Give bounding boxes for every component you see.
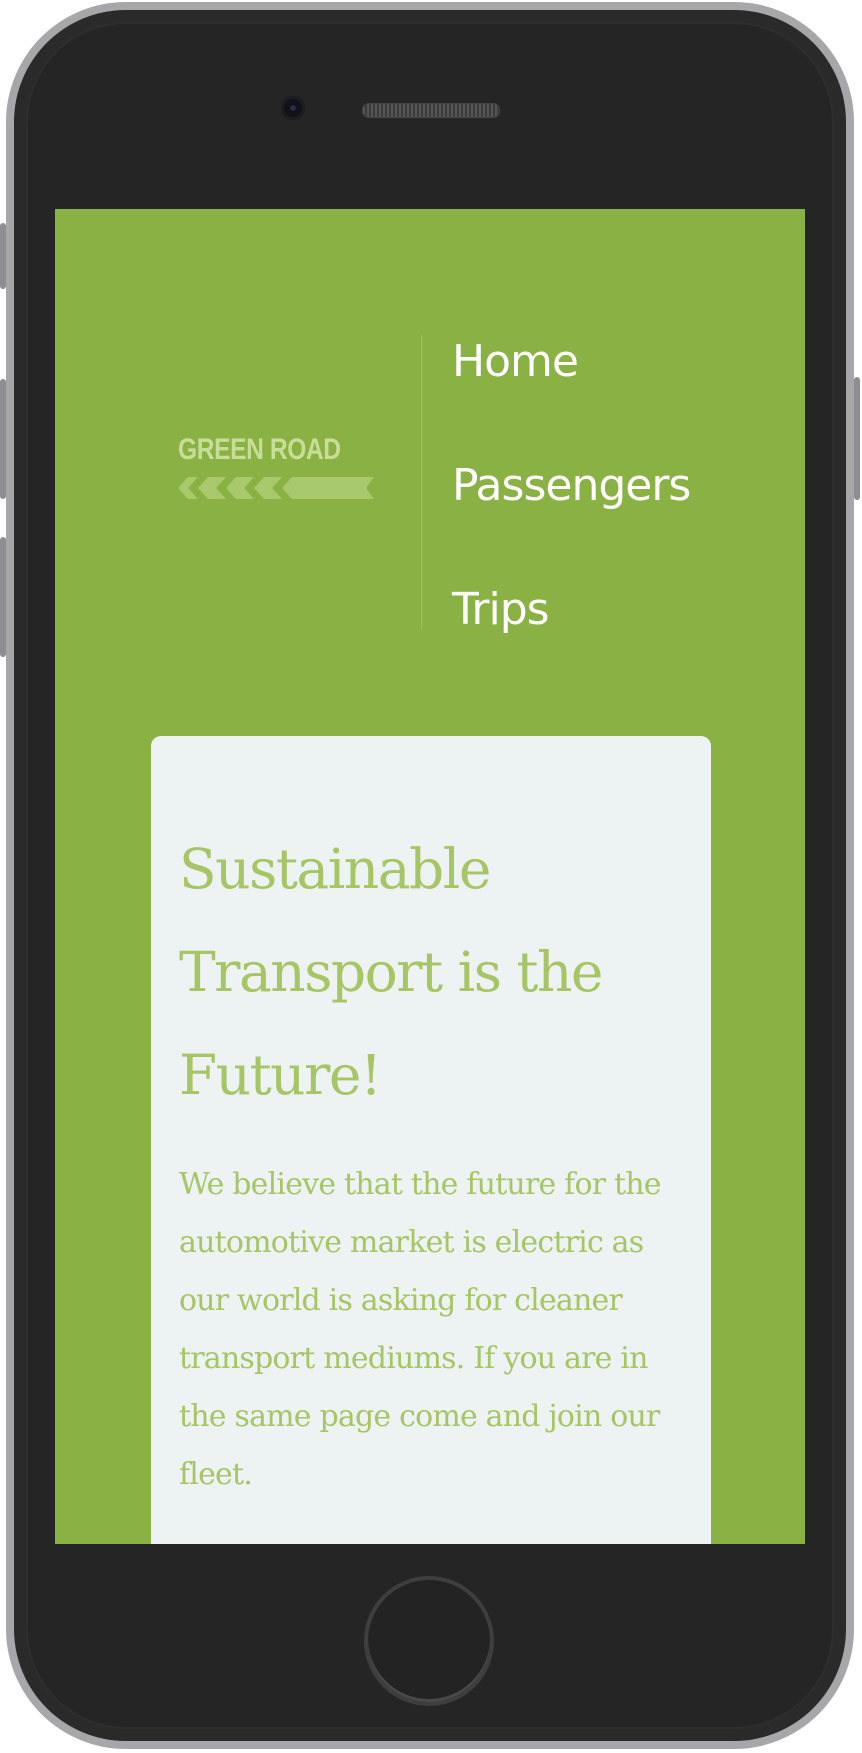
volume-up-button (0, 379, 6, 499)
mute-switch (0, 223, 6, 289)
logo[interactable]: GREEN ROAD (178, 433, 378, 499)
nav-item-passengers: Passengers (452, 458, 691, 582)
hero-body: We believe that the future for the autom… (179, 1167, 662, 1492)
volume-down-button (0, 537, 6, 657)
nav-link-passengers[interactable]: Passengers (452, 460, 691, 511)
app-screen: GREEN ROAD Home Passengers Trips Sustain… (55, 209, 805, 1544)
camera-icon (281, 96, 305, 120)
nav-link-home[interactable]: Home (452, 336, 579, 387)
home-button[interactable] (364, 1576, 494, 1706)
chevron-road-icon (178, 477, 374, 499)
hero-card: Sustainable Transport is the Future! We … (151, 736, 711, 1544)
nav-item-trips: Trips (452, 582, 690, 706)
nav-item-home: Home (452, 334, 690, 458)
nav-divider (421, 335, 422, 630)
hero-title: Sustainable Transport is the Future! (179, 837, 603, 1107)
speaker-icon (362, 103, 500, 118)
nav-link-trips[interactable]: Trips (452, 584, 550, 635)
main-nav: Home Passengers Trips (452, 334, 691, 706)
logo-text: GREEN ROAD (178, 433, 341, 466)
power-button (854, 377, 860, 500)
